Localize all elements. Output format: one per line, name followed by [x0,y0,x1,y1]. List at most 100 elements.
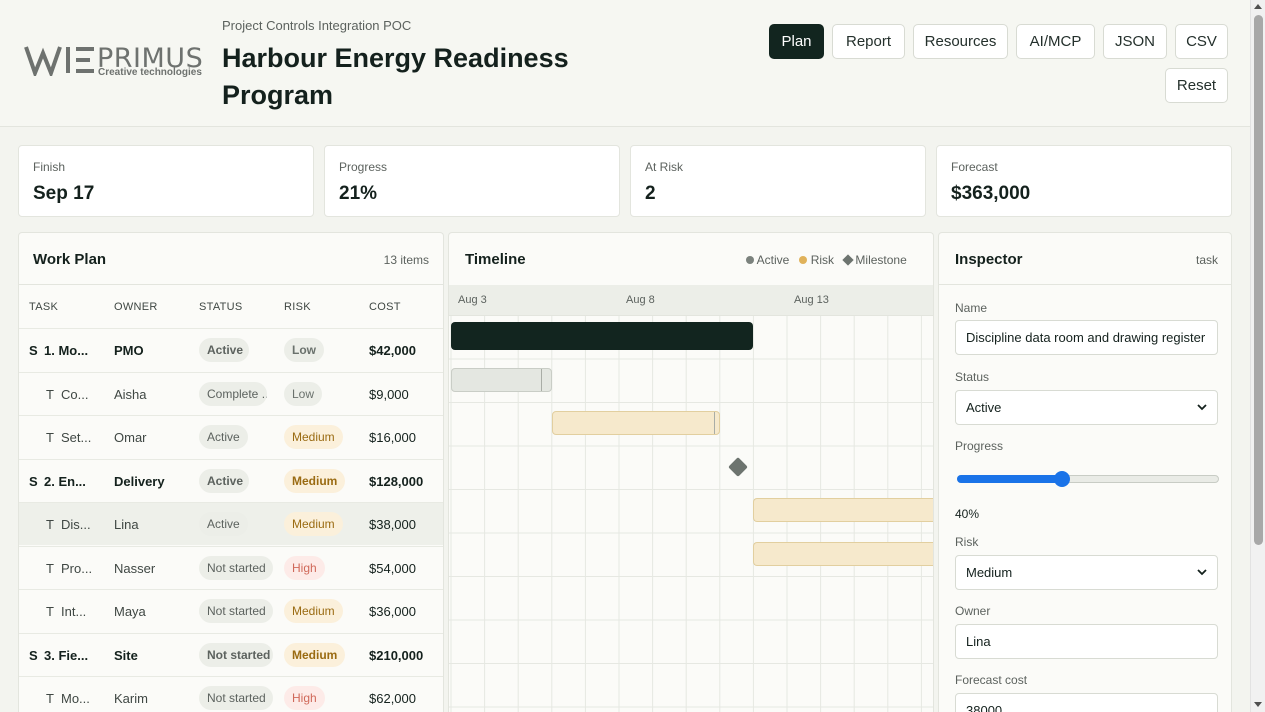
table-row[interactable]: T Co... Aisha Complete ... Low $9,000 [19,371,443,415]
timeline-tick: Aug 13 [794,294,829,306]
task-name: Pro... [61,560,93,576]
column-header-owner[interactable]: OWNER [114,301,158,313]
risk-badge: Medium [284,512,343,536]
report-button[interactable]: Report [832,24,905,59]
task-owner: Lina [114,517,139,532]
task-cost: $128,000 [369,473,424,489]
risk-badge: High [284,555,325,580]
column-header-risk[interactable]: RISK [284,301,311,313]
table-row[interactable]: S 1. Mo... PMO Active Low $42,000 [19,328,443,371]
csv-export-button[interactable]: CSV [1175,24,1228,59]
kpi-label: Progress [339,160,388,174]
kpi-label: Forecast [951,160,998,174]
status-select[interactable]: Active [955,390,1218,425]
progress-label: Progress [955,439,1004,453]
task-cost: $16,000 [369,430,416,445]
task-type: T [46,386,54,402]
scrollbar-thumb[interactable] [1254,15,1263,545]
task-cost: $9,000 [369,386,409,402]
task-name: Mo... [61,691,90,706]
scroll-up-arrow-icon[interactable] [1254,4,1262,9]
task-name: Set... [61,430,92,445]
chevron-down-icon [1197,569,1207,576]
task-owner: Site [114,647,138,663]
task-name: Co... [61,386,89,402]
risk-task-bar[interactable] [551,411,720,435]
kpi-value: $363,000 [951,183,1031,204]
column-header-status[interactable]: STATUS [199,301,243,313]
owner-input-value: Lina [966,634,991,649]
inspector-panel: Inspector task Name Discipline data room… [938,232,1232,712]
table-row[interactable]: T Dis... Lina Active Medium $38,000 [19,502,443,545]
risk-badge: Medium [284,425,343,449]
active-task-bar[interactable] [451,367,552,392]
status-badge: Complete ... [199,381,267,406]
task-owner: Karim [114,691,148,706]
timeline-tick: Aug 3 [458,294,487,306]
status-badge: Active [199,425,248,449]
chevron-down-icon [1197,404,1207,411]
risk-task-bar[interactable] [753,541,933,566]
risk-badge: Medium [284,468,346,493]
plan-button[interactable]: Plan [769,24,824,59]
progress-marker [540,368,542,391]
status-badge: Active [199,468,249,493]
ai-mcp-button[interactable]: AI/MCP [1016,24,1095,59]
progress-value: 40% [955,507,980,521]
column-header-cost[interactable]: COST [369,301,401,313]
task-cost: $36,000 [369,604,416,619]
kpi-value: Sep 17 [33,183,95,204]
kpi-label: At Risk [645,160,684,174]
risk-badge: Medium [284,642,346,667]
task-type: T [46,517,54,532]
task-cost: $42,000 [369,343,416,358]
json-export-button[interactable]: JSON [1103,24,1167,59]
column-header-task[interactable]: TASK [29,301,58,313]
task-owner: Aisha [114,386,147,402]
task-owner: PMO [114,343,144,358]
name-input[interactable]: Discipline data room and drawing registe… [955,320,1218,355]
status-badge: Not started [199,555,273,580]
task-name: 1. Mo... [44,343,89,358]
owner-input[interactable]: Lina [955,624,1218,659]
milestone-diamond-icon [842,254,854,266]
work-plan-count: 13 items [383,253,429,267]
risk-dot-icon [799,256,808,264]
progress-slider-thumb[interactable] [1053,471,1070,487]
risk-select[interactable]: Medium [955,555,1218,590]
status-badge: Not started [199,686,273,710]
timeline-legend: Active Risk Milestone [746,253,907,267]
work-plan-panel: Work Plan 13 items TASK OWNER STATUS RIS… [18,232,444,712]
table-row[interactable]: T Set... Omar Active Medium $16,000 [19,415,443,458]
task-type: T [46,560,54,576]
table-row[interactable]: T Pro... Nasser Not started High $54,000 [19,545,443,589]
reset-button[interactable]: Reset [1165,68,1228,103]
table-row[interactable]: T Int... Maya Not started Medium $36,000 [19,589,443,632]
task-name: Dis... [61,517,91,532]
risk-badge: Medium [284,599,343,623]
task-type: T [46,430,54,445]
status-select-value: Active [966,400,1002,415]
task-owner: Nasser [114,560,156,576]
legend-milestone: Milestone [855,253,907,267]
company-logo: PRIMUS Creative technologies [24,44,204,80]
status-label: Status [955,370,990,384]
task-type: S [29,647,38,663]
resources-button[interactable]: Resources [913,24,1008,59]
scroll-down-arrow-icon[interactable] [1254,702,1262,707]
status-badge: Not started [199,599,273,623]
forecast-cost-value: 38000 [966,703,1003,712]
summary-task-bar[interactable] [451,322,754,350]
active-dot-icon [746,256,754,264]
kpi-finish: Finish Sep 17 [18,145,314,217]
table-row[interactable]: S 3. Fie... Site Not started Medium $210,000 [19,632,443,676]
status-badge: Active [199,338,249,362]
table-row[interactable]: T Mo... Karim Not started High $62,000 [19,676,443,712]
risk-task-bar[interactable] [753,498,933,522]
risk-badge: Low [284,338,324,362]
task-cost: $54,000 [369,560,416,576]
forecast-cost-input[interactable]: 38000 [955,693,1218,712]
page-scrollbar[interactable] [1250,0,1265,712]
timeline-header: Aug 3 Aug 8 Aug 13 [449,285,933,316]
table-row[interactable]: S 2. En... Delivery Active Medium $128,000 [19,458,443,502]
